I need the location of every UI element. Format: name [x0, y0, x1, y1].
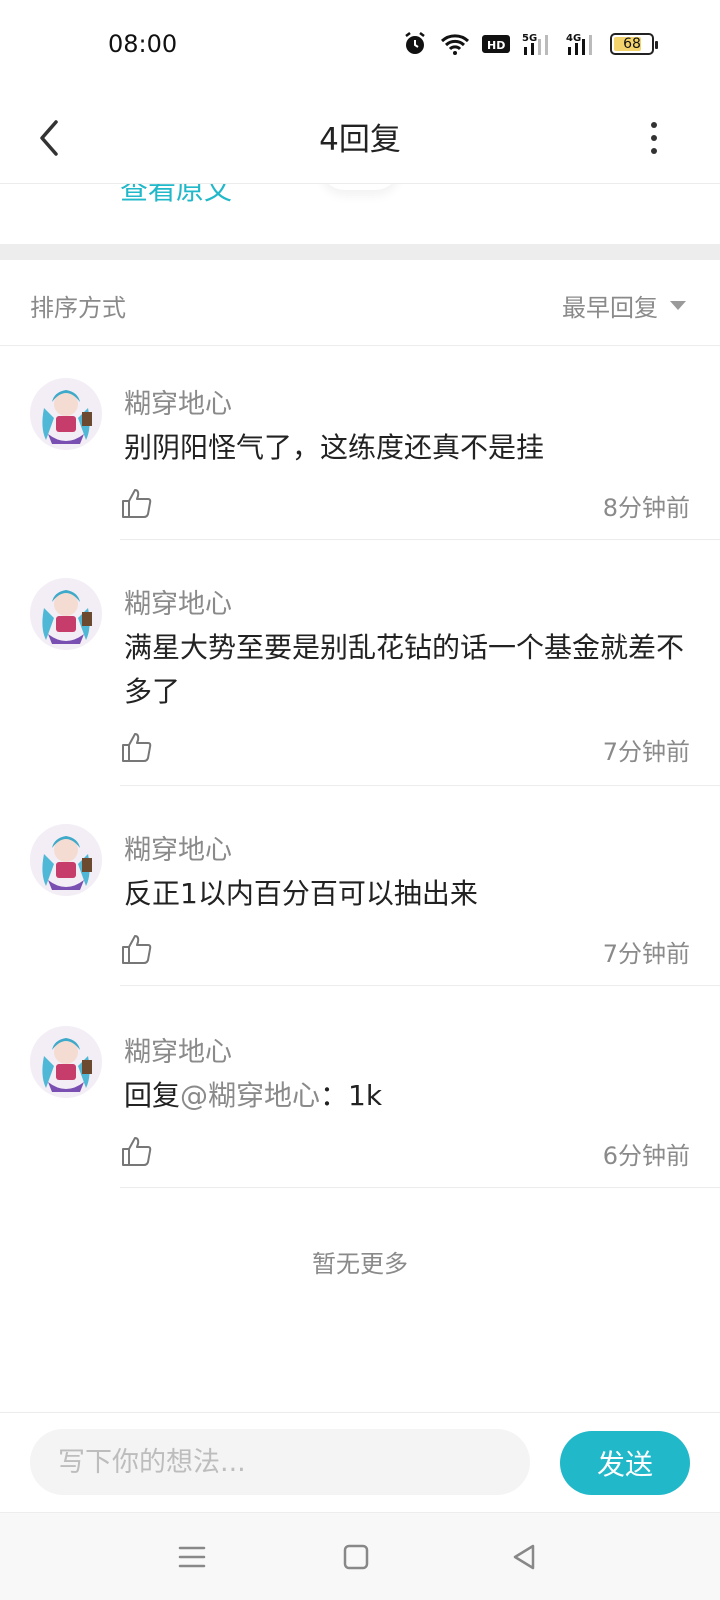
- reply-item: 糊穿地心 满星大势至要是别乱花钻的话一个基金就差不多了 7分钟前: [0, 540, 720, 786]
- status-time: 08:00: [108, 30, 178, 58]
- like-button[interactable]: [120, 730, 154, 764]
- more-options-button[interactable]: [628, 112, 680, 164]
- comment-bar: 发送: [0, 1412, 720, 1512]
- square-home-icon: [343, 1544, 369, 1570]
- page-title: 4回复: [319, 122, 401, 158]
- sort-dropdown[interactable]: 最早回复: [562, 288, 686, 323]
- reply-suffix: ：1k: [320, 1079, 383, 1112]
- net2-label: 4G: [566, 33, 581, 44]
- menu-icon: [178, 1546, 206, 1568]
- triangle-back-icon: [513, 1544, 535, 1570]
- reply-item: 糊穿地心 别阴阳怪气了，这练度还真不是挂 8分钟前: [0, 346, 720, 540]
- sort-row: 排序方式 最早回复: [0, 260, 720, 346]
- comment-input[interactable]: [30, 1429, 530, 1495]
- net1-label: 5G: [522, 33, 537, 44]
- reply-content: 别阴阳怪气了，这练度还真不是挂: [124, 431, 545, 464]
- thumbs-up-icon: [122, 935, 152, 964]
- like-button[interactable]: [120, 1134, 154, 1168]
- wifi-icon: [440, 30, 470, 58]
- thumbs-up-icon: [122, 733, 152, 762]
- send-button[interactable]: 发送: [560, 1431, 690, 1495]
- reply-item: 糊穿地心 回复@糊穿地心：1k 6分钟前: [0, 986, 720, 1188]
- reply-prefix: 回复: [124, 1079, 181, 1112]
- reply-timestamp: 7分钟前: [602, 738, 690, 766]
- avatar[interactable]: [30, 578, 102, 650]
- avatar[interactable]: [30, 1026, 102, 1098]
- thumbs-up-icon: [122, 489, 152, 518]
- status-icons: HD 5G 4G 68: [402, 30, 658, 58]
- section-divider: [0, 244, 720, 260]
- battery-icon: 68: [610, 33, 658, 55]
- reply-content: 反正1以内百分百可以抽出来: [124, 877, 478, 910]
- signal-5g-icon: 5G: [522, 30, 554, 58]
- home-button[interactable]: [332, 1533, 380, 1581]
- hd-icon: HD: [482, 30, 510, 58]
- signal-4g-icon: 4G: [566, 30, 598, 58]
- more-vertical-icon: [651, 148, 657, 154]
- more-vertical-icon: [651, 122, 657, 128]
- hd-label: HD: [487, 39, 505, 52]
- reply-mention[interactable]: @糊穿地心: [180, 1079, 320, 1112]
- status-bar: 08:00 HD 5G 4G 68: [0, 0, 720, 92]
- reply-content: 满星大势至要是别乱花钻的话一个基金就差不多了: [124, 631, 685, 708]
- reply-username[interactable]: 糊穿地心: [124, 382, 232, 421]
- reply-username[interactable]: 糊穿地心: [124, 828, 232, 867]
- sort-selected-value: 最早回复: [562, 294, 658, 322]
- sort-label: 排序方式: [30, 294, 126, 322]
- system-nav-bar: [0, 1512, 720, 1600]
- alarm-icon: [402, 30, 428, 58]
- reply-content: 回复@糊穿地心：1k: [124, 1074, 690, 1118]
- title-bar: 4回复: [0, 92, 720, 184]
- more-vertical-icon: [651, 135, 657, 141]
- thumbs-up-icon: [122, 1137, 152, 1166]
- back-nav-button[interactable]: [500, 1533, 548, 1581]
- reply-timestamp: 6分钟前: [602, 1142, 690, 1170]
- battery-level: 68: [623, 36, 641, 52]
- avatar[interactable]: [30, 378, 102, 450]
- no-more-text: 暂无更多: [312, 1250, 408, 1278]
- like-button[interactable]: [120, 932, 154, 966]
- reply-timestamp: 7分钟前: [602, 940, 690, 968]
- reply-timestamp: 8分钟前: [602, 494, 690, 522]
- menu-button[interactable]: [168, 1533, 216, 1581]
- reply-divider: [120, 1187, 720, 1188]
- like-button[interactable]: [120, 486, 154, 520]
- caret-down-icon: [670, 301, 686, 310]
- reply-username[interactable]: 糊穿地心: [124, 582, 232, 621]
- reply-item: 糊穿地心 反正1以内百分百可以抽出来 7分钟前: [0, 786, 720, 986]
- reply-username[interactable]: 糊穿地心: [124, 1030, 232, 1069]
- avatar[interactable]: [30, 824, 102, 896]
